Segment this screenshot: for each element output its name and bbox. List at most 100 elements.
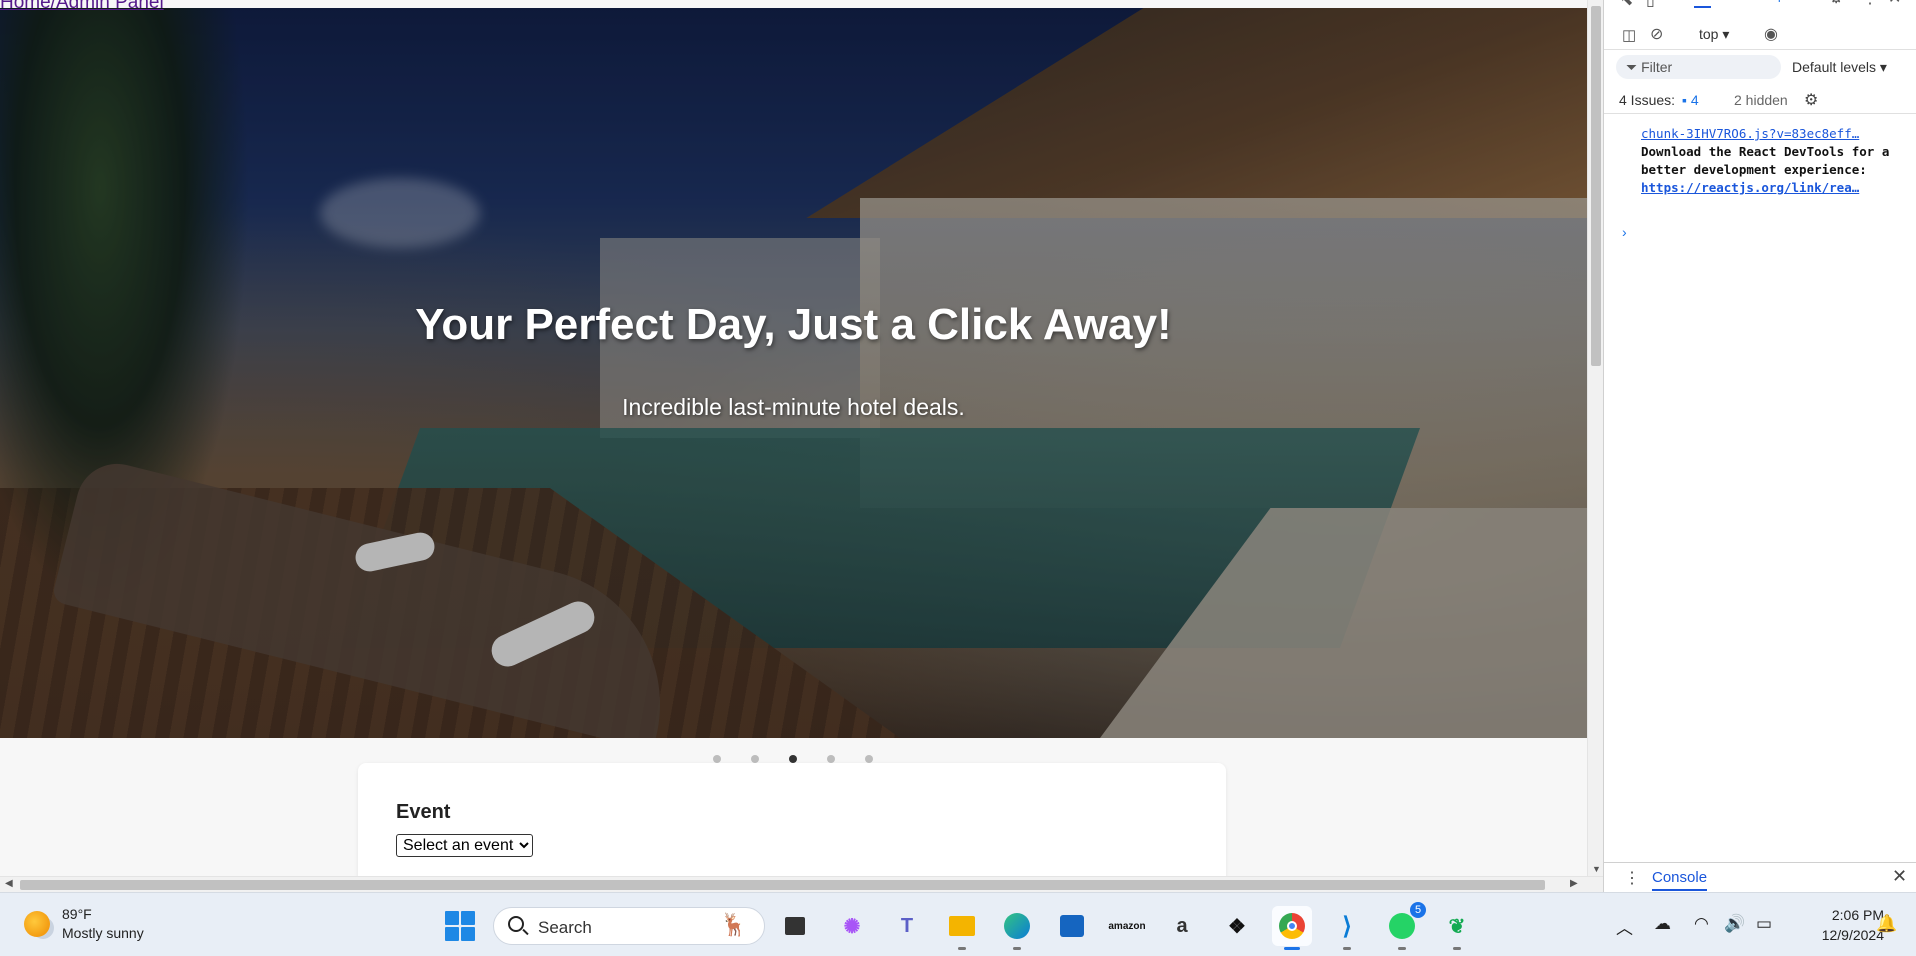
- running-indicator: [1398, 947, 1406, 950]
- gear-icon[interactable]: ⚙: [1829, 0, 1843, 8]
- device-toolbar-icon[interactable]: ▯: [1646, 0, 1655, 10]
- notification-bell-icon[interactable]: 🔔: [1876, 914, 1897, 934]
- gear-icon[interactable]: ⚙: [1804, 90, 1818, 110]
- issues-count: 4: [1690, 92, 1699, 108]
- windows-logo-icon: [445, 911, 459, 925]
- issues-label: 4 Issues:: [1619, 92, 1676, 108]
- whatsapp-icon[interactable]: 5: [1382, 902, 1426, 950]
- system-clock[interactable]: 2:06 PM 12/9/2024: [1784, 905, 1884, 945]
- windows-logo-icon: [445, 927, 459, 941]
- amazon-a-icon[interactable]: a: [1162, 906, 1202, 946]
- react-devtools-link[interactable]: https://reactjs.org/link/rea…: [1641, 179, 1911, 197]
- weather-text: 89°F Mostly sunny: [62, 905, 144, 943]
- eye-icon[interactable]: ◉: [1764, 24, 1778, 44]
- carousel-dot-active[interactable]: [789, 755, 797, 763]
- chevron-up-icon[interactable]: ︿: [1616, 914, 1633, 939]
- hero-overlay: [0, 8, 1587, 738]
- devtools-panel: ⬉ ▯ » ▪ 4 ⚙ ⋮ ✕ ◫ ⊘ top ▾ ◉ ⏷ Filter Def…: [1603, 0, 1916, 892]
- carousel-dot[interactable]: [827, 755, 835, 763]
- hero-banner: Your Perfect Day, Just a Click Away! Inc…: [0, 8, 1587, 738]
- volume-icon[interactable]: 🔊: [1724, 914, 1745, 934]
- carousel-dot[interactable]: [865, 755, 873, 763]
- scroll-right-arrow-icon[interactable]: ▶: [1570, 878, 1578, 889]
- teams-icon[interactable]: T: [887, 906, 927, 946]
- microsoft-store-icon[interactable]: [1052, 906, 1092, 946]
- taskbar-search[interactable]: Search 🦌: [493, 907, 765, 945]
- running-indicator: [958, 947, 966, 950]
- weather-temp: 89°F: [62, 906, 92, 922]
- carousel-dot[interactable]: [751, 755, 759, 763]
- horizontal-scroll-thumb[interactable]: [20, 880, 1545, 890]
- console-message: chunk-3IHV7RO6.js?v=83ec8eff… Download t…: [1641, 125, 1911, 197]
- partly-sunny-icon: [24, 911, 50, 937]
- console-filter-input[interactable]: ⏷ Filter: [1616, 55, 1781, 79]
- running-indicator: [1013, 947, 1021, 950]
- battery-icon[interactable]: ▭: [1756, 914, 1772, 934]
- clock-date: 12/9/2024: [1821, 927, 1884, 943]
- filter-placeholder: Filter: [1641, 59, 1673, 75]
- message-text: Download the React DevTools for a better…: [1641, 144, 1890, 177]
- running-indicator: [1453, 947, 1461, 950]
- notification-badge: 5: [1410, 902, 1426, 918]
- onedrive-cloud-icon[interactable]: ☁: [1654, 914, 1671, 934]
- chrome-icon[interactable]: [1272, 906, 1312, 950]
- context-selector[interactable]: top ▾: [1699, 26, 1729, 43]
- close-icon[interactable]: ✕: [1892, 866, 1907, 887]
- issues-count-link[interactable]: ▪ 4: [1682, 92, 1699, 108]
- edge-icon[interactable]: [997, 906, 1037, 950]
- vertical-scroll-thumb[interactable]: [1591, 6, 1601, 366]
- page-horizontal-scrollbar[interactable]: ◀ ▶: [0, 876, 1603, 892]
- search-icon: [508, 916, 524, 932]
- context-value: top: [1699, 26, 1719, 42]
- event-label: Event: [396, 801, 451, 823]
- carousel-dot[interactable]: [713, 755, 721, 763]
- running-indicator: [1343, 947, 1351, 950]
- windows-logo-icon: [461, 911, 475, 925]
- start-button[interactable]: [445, 911, 475, 941]
- task-view-icon[interactable]: [775, 906, 815, 946]
- log-levels-dropdown[interactable]: Default levels ▾: [1792, 59, 1887, 76]
- wifi-icon[interactable]: ◠: [1694, 914, 1709, 934]
- messages-badge[interactable]: ▪ 4: [1766, 0, 1781, 5]
- inspect-element-icon[interactable]: ⬉: [1620, 0, 1633, 10]
- carousel-indicators: [713, 755, 873, 763]
- page-vertical-scrollbar[interactable]: ▼: [1587, 0, 1603, 876]
- devtools-main-toolbar: ⬉ ▯ » ▪ 4 ⚙ ⋮ ✕: [1604, 0, 1916, 12]
- messages-count: 4: [1774, 0, 1781, 5]
- event-card: Event Select an event: [358, 763, 1226, 876]
- filter-icon: ⏷: [1626, 59, 1642, 75]
- scroll-down-arrow-icon[interactable]: ▼: [1592, 864, 1601, 874]
- drawer-menu-icon[interactable]: ⋮: [1624, 868, 1640, 888]
- admin-panel-link[interactable]: Home/Admin Panel: [0, 0, 164, 14]
- devtools-drawer: ⋮ Console ✕: [1604, 862, 1916, 892]
- message-source-link[interactable]: chunk-3IHV7RO6.js?v=83ec8eff…: [1641, 125, 1911, 143]
- copilot-icon[interactable]: ✺: [832, 906, 872, 946]
- sidebar-toggle-icon[interactable]: ◫: [1622, 26, 1636, 44]
- screen: Your Perfect Day, Just a Click Away! Inc…: [0, 0, 1916, 956]
- file-explorer-icon[interactable]: [942, 906, 982, 950]
- close-devtools-icon[interactable]: ✕: [1888, 0, 1901, 8]
- clock-time: 2:06 PM: [1831, 907, 1884, 923]
- weather-widget[interactable]: 89°F Mostly sunny: [24, 905, 144, 943]
- kebab-icon[interactable]: ⋮: [1862, 0, 1878, 8]
- more-tabs-icon[interactable]: »: [1694, 0, 1711, 8]
- search-placeholder: Search: [538, 918, 592, 937]
- hero-subtitle: Incredible last-minute hotel deals.: [622, 394, 965, 420]
- active-indicator: [1284, 947, 1300, 950]
- scroll-left-arrow-icon[interactable]: ◀: [5, 878, 13, 889]
- tab-console[interactable]: Console: [1652, 869, 1708, 891]
- amazon-icon[interactable]: amazon: [1107, 906, 1147, 946]
- dropbox-icon[interactable]: ❖: [1217, 906, 1257, 946]
- taskbar: 89°F Mostly sunny Search 🦌 ✺ T amazon a …: [0, 892, 1916, 956]
- mongodb-compass-icon[interactable]: ❦: [1437, 906, 1477, 950]
- console-prompt-icon[interactable]: ›: [1622, 224, 1627, 240]
- hero-title: Your Perfect Day, Just a Click Away!: [415, 300, 1172, 349]
- issues-bar: 4 Issues: ▪ 4 2 hidden ⚙: [1604, 86, 1916, 114]
- vscode-icon[interactable]: ⟩: [1327, 906, 1367, 950]
- event-select[interactable]: Select an event: [396, 834, 533, 857]
- clear-console-icon[interactable]: ⊘: [1650, 24, 1663, 44]
- search-highlight-deer-icon: 🦌: [720, 912, 748, 937]
- log-levels-value: Default levels: [1792, 59, 1877, 75]
- console-toolbar: ◫ ⊘ top ▾ ◉: [1604, 22, 1916, 50]
- weather-condition: Mostly sunny: [62, 925, 144, 941]
